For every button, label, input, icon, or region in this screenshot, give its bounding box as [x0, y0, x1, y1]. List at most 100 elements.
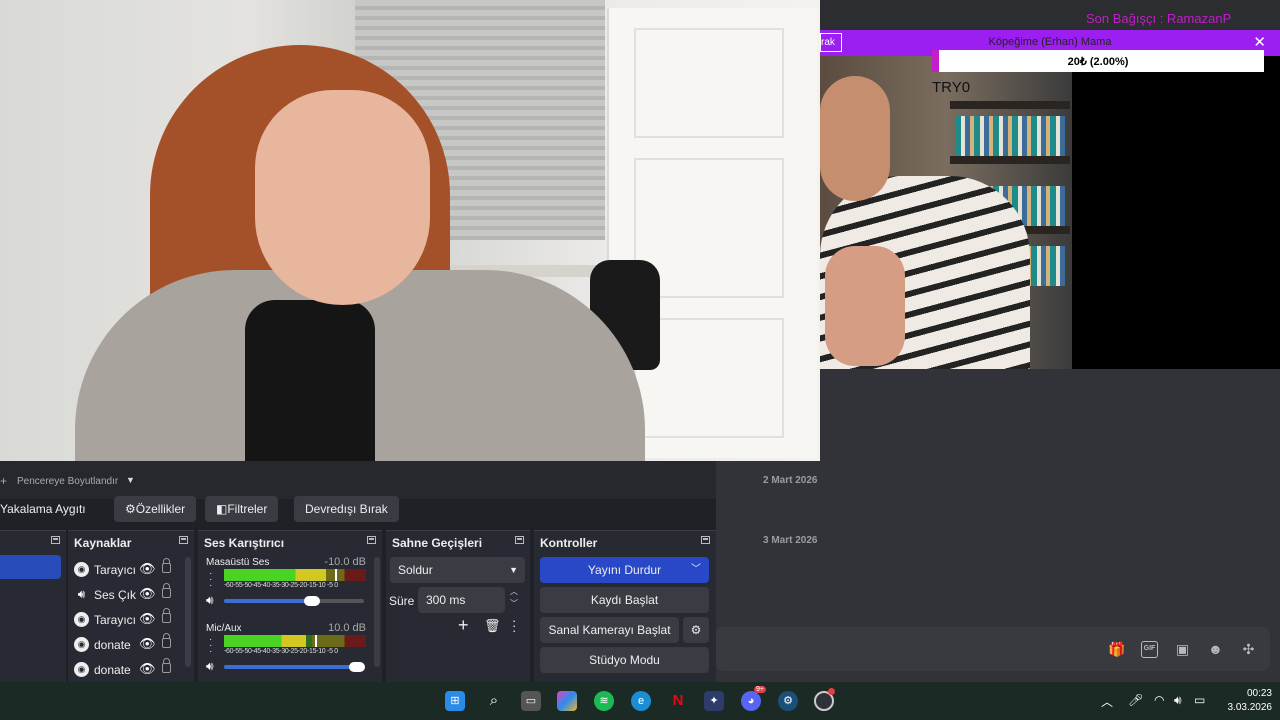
date-separator: 3 Mart 2026 [763, 535, 818, 546]
scenes-dock [0, 530, 66, 682]
dock-float-icon[interactable] [51, 536, 60, 544]
volume-icon[interactable]: 🔊︎ [206, 593, 214, 608]
volume-knob[interactable] [304, 596, 321, 606]
dock-float-icon[interactable] [515, 536, 524, 544]
studio-mode-button[interactable]: Stüdyo Modu [540, 647, 709, 673]
sources-scrollbar[interactable] [185, 557, 191, 667]
peak-marker [314, 635, 317, 647]
transitions-title: Sahne Geçişleri [392, 536, 483, 550]
more-options-icon[interactable]: · · · [512, 614, 516, 637]
search-icon[interactable]: ⌕ [484, 691, 504, 711]
dock-float-icon[interactable] [179, 536, 188, 544]
windows-start-icon[interactable]: ⊞ [445, 691, 465, 711]
source-name: Tarayıcı [94, 563, 136, 577]
browser-icon: ◉ [74, 637, 89, 652]
last-donor-label: Son Bağışçı : RamazanP [1086, 11, 1232, 26]
add-transition-icon[interactable]: + [458, 615, 469, 636]
lock-icon[interactable] [162, 583, 171, 598]
sticker-icon[interactable]: ▣ [1174, 641, 1191, 658]
chevron-up-icon[interactable]: ︿ [1101, 693, 1113, 710]
eye-icon[interactable]: 👁︎ [139, 586, 156, 602]
resize-to-window-label[interactable]: Pencereye Boyutlandır [17, 476, 118, 487]
mixer-title: Ses Karıştırıcı [204, 536, 285, 550]
camera-label: TRY0 [932, 79, 971, 96]
source-row[interactable]: ◉ donate 👁︎ [74, 658, 184, 682]
gif-icon[interactable]: GIF [1141, 641, 1158, 658]
gift-icon[interactable]: 🎁 [1108, 641, 1125, 658]
stop-stream-button[interactable]: Yayını Durdur ﹀ [540, 557, 709, 583]
eye-icon[interactable]: 👁︎ [139, 561, 156, 577]
eye-icon[interactable]: 👁︎ [139, 661, 156, 677]
volume-slider[interactable] [224, 662, 365, 672]
browser-icon: ◉ [74, 562, 89, 577]
wifi-icon[interactable]: ◠ [1154, 693, 1164, 707]
more-options-icon[interactable]: · · · [209, 569, 212, 591]
netflix-icon[interactable]: N [668, 691, 688, 711]
dock-float-icon[interactable] [701, 536, 710, 544]
controls-title: Kontroller [540, 536, 598, 550]
filter-icon: ◧ [216, 502, 228, 516]
lock-icon[interactable] [162, 608, 171, 623]
task-view-icon[interactable]: ▭ [521, 691, 541, 711]
streamer-shirt [245, 300, 375, 461]
volume-icon[interactable]: 🔊︎ [206, 659, 214, 674]
chevron-down-icon[interactable]: ﹀ [691, 557, 701, 583]
duration-field[interactable]: 300 ms [418, 587, 505, 613]
eye-icon[interactable]: 👁︎ [139, 611, 156, 627]
source-row[interactable]: ◉ donate 👁︎ [74, 633, 184, 657]
volume-icon[interactable]: 🔊︎ [1174, 693, 1182, 708]
mixer-scrollbar[interactable] [374, 557, 380, 667]
guest-face [820, 76, 890, 201]
chevron-down-icon[interactable]: ▼ [126, 475, 135, 485]
meter-scale: -60-55-50-45-40-35-30-25-20-15-10 -5 0 [224, 582, 338, 589]
guest-room [820, 56, 1072, 369]
duration-stepper[interactable]: ︿ ﹀ [510, 586, 518, 610]
clock[interactable]: 00:23 3.03.2026 [1212, 687, 1273, 715]
edge-icon[interactable]: e [631, 691, 651, 711]
source-name: Tarayıcı [94, 613, 136, 627]
duration-value: 300 ms [426, 593, 466, 607]
volume-fill [224, 665, 357, 669]
battery-icon[interactable]: ▭ [1194, 693, 1205, 707]
more-options-icon[interactable]: · · · [209, 635, 212, 657]
filters-button[interactable]: ◧Filtreler [205, 496, 279, 522]
sources-title: Kaynaklar [74, 536, 132, 550]
source-toolbar: Yakalama Aygıtı ⚙Özellikler ◧Filtreler D… [0, 493, 716, 529]
level-fill [224, 635, 307, 647]
close-icon[interactable]: ✕ [1253, 33, 1266, 51]
source-row[interactable]: ◉ Tarayıcı 👁︎ [74, 608, 184, 632]
properties-button[interactable]: ⚙Özellikler [114, 496, 197, 522]
source-name: donate [94, 663, 131, 677]
start-virtual-camera-button[interactable]: Sanal Kamerayı Başlat [540, 617, 679, 643]
spotify-icon[interactable]: ≋ [594, 691, 614, 711]
donation-progress-text: 20₺ (2.00%) [1067, 56, 1129, 68]
transition-value: Soldur [398, 563, 433, 577]
mixer-channel: Mic/Aux 10.0 dB · · · -60-55-50-45-40-35-30-2… [206, 622, 366, 683]
add-icon[interactable]: + [0, 474, 7, 488]
volume-fill [224, 599, 313, 603]
start-recording-button[interactable]: Kaydı Başlat [540, 587, 709, 613]
browser-icon: ◉ [74, 612, 89, 627]
apps-icon[interactable]: ✣ [1240, 641, 1257, 658]
gear-icon[interactable]: ⚙ [683, 617, 709, 643]
selected-scene[interactable] [0, 555, 61, 579]
lock-icon[interactable] [162, 558, 171, 573]
lock-icon[interactable] [162, 658, 171, 673]
source-row[interactable]: ◉ Tarayıcı 👁︎ [74, 558, 184, 582]
microphone-icon[interactable]: 🎤︎ [1128, 693, 1143, 707]
volume-slider[interactable] [224, 596, 364, 606]
source-row[interactable]: 🔊︎ Ses Çıkışı👁︎ [74, 583, 184, 607]
volume-knob[interactable] [349, 662, 365, 672]
emoji-icon[interactable]: ☻ [1207, 641, 1224, 658]
transition-select[interactable]: Soldur ▼ [390, 557, 525, 583]
lock-icon[interactable] [162, 633, 171, 648]
dock-float-icon[interactable] [367, 536, 376, 544]
app-icon[interactable]: ✦ [704, 691, 724, 711]
trash-icon[interactable]: 🗑 [484, 618, 501, 634]
deactivate-button[interactable]: Devredışı Bırak [294, 496, 399, 522]
steam-icon[interactable]: ⚙ [778, 691, 798, 711]
discord-icon[interactable]: ◕ [741, 691, 761, 711]
browser-icon: ◉ [74, 662, 89, 677]
copilot-icon[interactable] [557, 691, 577, 711]
eye-icon[interactable]: 👁︎ [139, 636, 156, 652]
